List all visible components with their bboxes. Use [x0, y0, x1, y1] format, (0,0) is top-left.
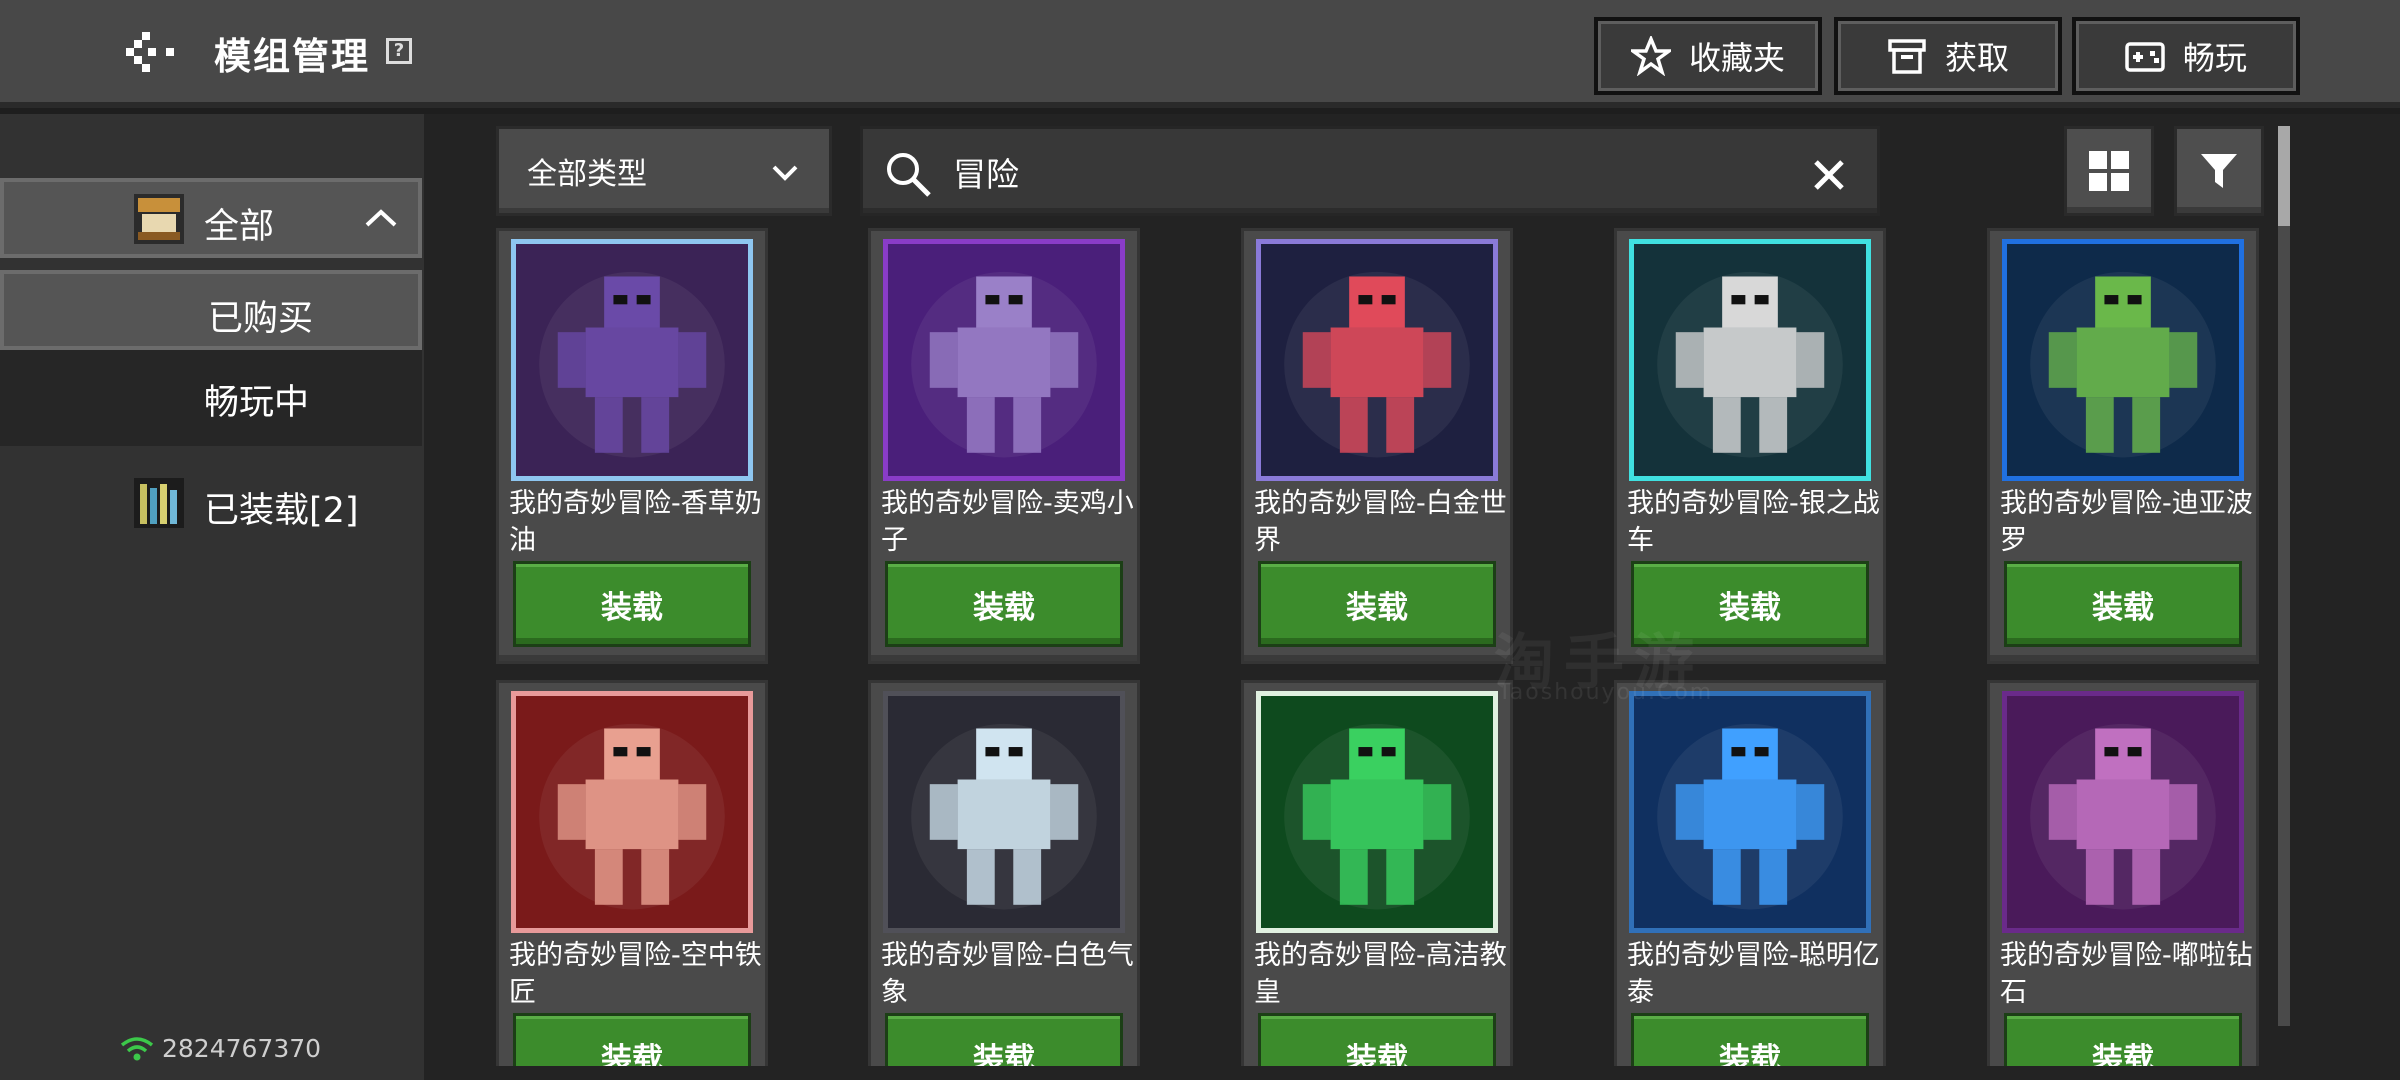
- filter-button[interactable]: [2174, 126, 2264, 216]
- mod-art-image: [2007, 696, 2239, 928]
- obtain-label: 获取: [1944, 39, 2009, 77]
- mod-thumbnail[interactable]: [883, 239, 1125, 481]
- sidebar-item-all[interactable]: 全部: [0, 178, 422, 258]
- load-button[interactable]: 装载: [885, 561, 1123, 647]
- type-select[interactable]: 全部类型: [496, 126, 832, 216]
- load-button[interactable]: 装载: [513, 1013, 751, 1066]
- mod-card[interactable]: 我的奇妙冒险-空中铁匠 装载: [496, 680, 768, 1066]
- mod-title: 我的奇妙冒险-卖鸡小子: [881, 488, 1134, 556]
- type-select-value: 全部类型: [527, 157, 647, 192]
- mod-thumbnail[interactable]: [1256, 691, 1498, 933]
- load-button[interactable]: 装载: [2004, 561, 2242, 647]
- help-icon[interactable]: ?: [386, 38, 412, 64]
- search-box[interactable]: [860, 126, 1880, 216]
- mod-title: 我的奇妙冒险-银之战车: [1627, 488, 1880, 556]
- grid-view-button[interactable]: [2064, 126, 2154, 216]
- load-button[interactable]: 装载: [2004, 1013, 2242, 1066]
- close-icon[interactable]: [1811, 157, 1847, 193]
- page-title: 模组管理: [214, 35, 370, 78]
- watermark-sub: Taoshouyou.Com: [1498, 680, 1714, 705]
- back-button[interactable]: [126, 30, 176, 74]
- mod-title: 我的奇妙冒险-迪亚波罗: [2000, 488, 2253, 556]
- play-button[interactable]: 畅玩: [2072, 17, 2300, 95]
- mod-thumbnail[interactable]: [511, 691, 753, 933]
- mod-art-image: [1634, 696, 1866, 928]
- load-button[interactable]: 装载: [885, 1013, 1123, 1066]
- play-label: 畅玩: [2182, 39, 2247, 77]
- mod-card[interactable]: 我的奇妙冒险-白金世界 装载: [1241, 228, 1513, 664]
- mod-title: 我的奇妙冒险-香草奶油: [509, 488, 762, 556]
- mod-card[interactable]: 我的奇妙冒险-卖鸡小子 装载: [868, 228, 1140, 664]
- search-input[interactable]: [951, 143, 1755, 201]
- top-bar: 模组管理 ? 收藏夹 获取 畅玩: [0, 0, 2400, 108]
- sidebar-item-loaded[interactable]: 已装载[2]: [0, 466, 422, 546]
- load-button[interactable]: 装载: [1258, 561, 1496, 647]
- mod-thumbnail[interactable]: [1629, 691, 1871, 933]
- wifi-icon: [120, 1036, 154, 1060]
- gamepad-icon: [2125, 42, 2165, 72]
- mod-art-image: [516, 696, 748, 928]
- mod-art-image: [1261, 244, 1493, 476]
- sidebar-item-loaded-label: 已装载[2]: [204, 491, 359, 531]
- chevron-down-icon: [772, 165, 798, 181]
- mod-title: 我的奇妙冒险-空中铁匠: [509, 940, 762, 1008]
- sidebar-item-bought-label: 已购买: [208, 299, 314, 339]
- mod-card[interactable]: 我的奇妙冒险-银之战车 装载: [1614, 228, 1886, 664]
- mod-card[interactable]: 我的奇妙冒险-白色气象 装载: [868, 680, 1140, 1066]
- mod-art-image: [888, 696, 1120, 928]
- favorites-label: 收藏夹: [1688, 39, 1785, 77]
- mod-title: 我的奇妙冒险-高洁教皇: [1254, 940, 1507, 1008]
- scrollbar-thumb[interactable]: [2278, 126, 2290, 226]
- mod-art-image: [516, 244, 748, 476]
- mod-title: 我的奇妙冒险-聪明亿泰: [1627, 940, 1880, 1008]
- user-id: 2824767370: [162, 1034, 322, 1063]
- filter-icon: [2201, 154, 2237, 188]
- connection-status: 2824767370: [120, 1034, 321, 1063]
- mod-card[interactable]: 我的奇妙冒险-聪明亿泰 装载: [1614, 680, 1886, 1066]
- mod-thumbnail[interactable]: [1256, 239, 1498, 481]
- favorites-button[interactable]: 收藏夹: [1594, 17, 1822, 95]
- load-button[interactable]: 装载: [513, 561, 751, 647]
- sidebar-item-playing[interactable]: 畅玩中: [0, 350, 422, 446]
- scrollbar[interactable]: [2278, 126, 2290, 1026]
- sidebar-item-all-label: 全部: [204, 207, 275, 247]
- search-icon: [887, 153, 931, 197]
- mod-art-image: [1261, 696, 1493, 928]
- box-icon: [1888, 39, 1926, 74]
- load-button[interactable]: 装载: [1258, 1013, 1496, 1066]
- load-button[interactable]: 装载: [1631, 1013, 1869, 1066]
- chest-icon: [134, 194, 184, 244]
- mod-title: 我的奇妙冒险-白色气象: [881, 940, 1134, 1008]
- grid-icon: [2089, 151, 2129, 191]
- sidebar-item-playing-label: 畅玩中: [204, 383, 310, 423]
- mod-grid: 我的奇妙冒险-香草奶油 装载 我的奇妙冒险-卖鸡小子 装载 我的奇妙冒险-白金世…: [496, 228, 2266, 1066]
- mod-thumbnail[interactable]: [511, 239, 753, 481]
- mod-thumbnail[interactable]: [2002, 239, 2244, 481]
- mod-art-image: [888, 244, 1120, 476]
- mod-thumbnail[interactable]: [2002, 691, 2244, 933]
- mod-title: 我的奇妙冒险-嘟啦钻石: [2000, 940, 2253, 1008]
- mod-thumbnail[interactable]: [1629, 239, 1871, 481]
- mod-card[interactable]: 我的奇妙冒险-高洁教皇 装载: [1241, 680, 1513, 1066]
- sidebar-item-bought[interactable]: 已购买: [0, 270, 422, 350]
- bookshelf-icon: [134, 478, 184, 528]
- mod-card[interactable]: 我的奇妙冒险-迪亚波罗 装载: [1987, 228, 2259, 664]
- mod-card[interactable]: 我的奇妙冒险-嘟啦钻石 装载: [1987, 680, 2259, 1066]
- sidebar: 全部 已购买 畅玩中 已装载[2] 2824767370: [0, 114, 424, 1080]
- mod-art-image: [2007, 244, 2239, 476]
- main-content: 全部类型 冒险 我的奇妙冒险-香草奶油 装载 我的奇妙冒险-卖鸡小子 装载 我的…: [424, 114, 2400, 1080]
- chevron-up-icon[interactable]: [364, 208, 398, 228]
- obtain-button[interactable]: 获取: [1834, 17, 2062, 95]
- back-arrow-icon: [126, 32, 174, 72]
- mod-art-image: [1634, 244, 1866, 476]
- mod-thumbnail[interactable]: [883, 691, 1125, 933]
- mod-title: 我的奇妙冒险-白金世界: [1254, 488, 1507, 556]
- mod-card[interactable]: 我的奇妙冒险-香草奶油 装载: [496, 228, 768, 664]
- star-icon: [1630, 36, 1671, 76]
